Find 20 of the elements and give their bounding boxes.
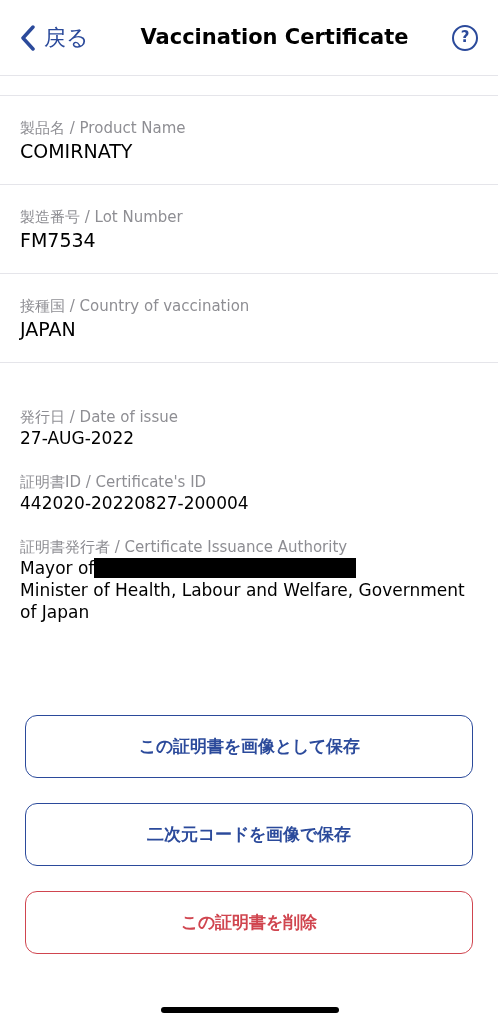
screen-title: Vaccination Certificate xyxy=(139,23,409,51)
field-value: JAPAN xyxy=(20,317,77,342)
field-value: COMIRNATY xyxy=(20,139,134,164)
help-button[interactable]: ? xyxy=(452,24,478,51)
field-label: 証明書ID / Certificate's ID xyxy=(20,472,208,492)
field-value: Minister of Health, Labour and Welfare, Government of Japan xyxy=(20,579,466,623)
field-label: 製品名 / Product Name xyxy=(20,118,187,138)
field-value: 442020-20220827-200004 xyxy=(20,492,249,514)
field-label: 製造番号 / Lot Number xyxy=(20,207,184,227)
field-label: 接種国 / Country of vaccination xyxy=(20,296,251,316)
back-chevron-icon xyxy=(20,24,36,51)
field-value: FM7534 xyxy=(20,228,97,253)
delete-button[interactable]: この証明書を削除 xyxy=(25,891,473,954)
save-button[interactable]: 二次元コードを画像で保存 xyxy=(25,803,473,866)
back-link[interactable]: 戻る xyxy=(20,21,89,54)
field-label: 発行日 / Date of issue xyxy=(20,407,179,427)
save-button[interactable]: この証明書を画像として保存 xyxy=(25,715,473,778)
field-label: 証明書発行者 / Certificate Issuance Authority xyxy=(20,537,349,557)
field-value: Mayor of xyxy=(20,557,95,579)
field-value: 27-AUG-2022 xyxy=(20,427,135,449)
